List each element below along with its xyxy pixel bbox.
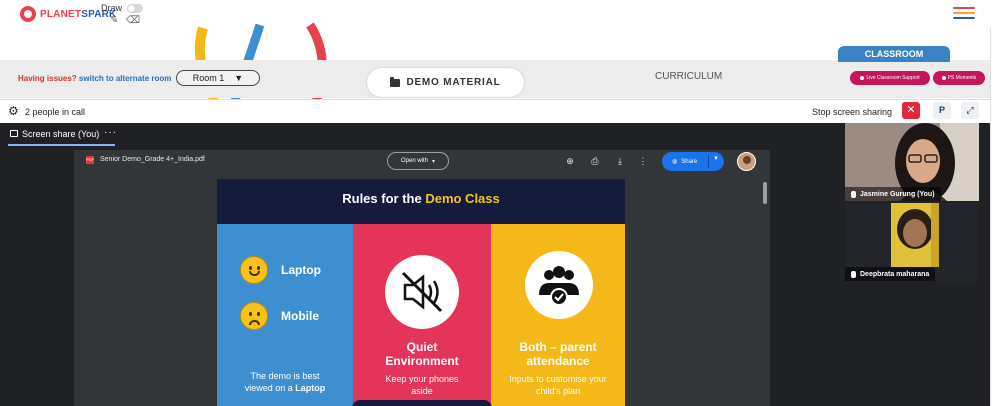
participant-name-bar: Jasmine Gurung (You): [845, 187, 941, 201]
demo-material-button[interactable]: DEMO MATERIAL: [367, 68, 524, 97]
curriculum-tab[interactable]: CURRICULUM: [655, 71, 722, 82]
quiet-environment-heading: Quiet Environment: [385, 340, 459, 368]
draw-toggle[interactable]: [127, 4, 143, 13]
participant-name: Deepbrata maharana: [860, 270, 930, 278]
parent-attendance-heading: Both – parent attendance: [519, 340, 597, 368]
mute-speaker-icon: [385, 255, 459, 329]
pdf-filename: Senior Demo_Grade 4+_India.pdf: [100, 156, 205, 163]
pdf-scrollbar[interactable]: [763, 182, 767, 204]
hamburger-menu-icon[interactable]: [953, 7, 975, 19]
share-button[interactable]: ◍ Share ▼: [662, 152, 724, 171]
close-icon[interactable]: ✕: [902, 102, 920, 119]
tab-active-indicator: [8, 144, 115, 146]
mic-icon: [851, 270, 856, 278]
share-divider: [708, 155, 709, 168]
ps-moments-label: PS Moments: [947, 75, 977, 81]
stop-sharing-label: Stop screen sharing: [812, 107, 893, 117]
issues-text: Having issues? switch to alternate room: [18, 74, 172, 83]
chevron-down-icon: ▾: [432, 158, 436, 165]
people-check-icon: [525, 251, 593, 319]
moments-icon: [941, 76, 946, 80]
slide-bottom-pill: [352, 400, 492, 406]
expand-icon[interactable]: ⤢: [961, 102, 979, 119]
pdf-file-icon: PDF: [86, 156, 94, 164]
live-support-label: Live Classroom Support: [866, 75, 920, 81]
mobile-label: Mobile: [281, 309, 319, 323]
avatar[interactable]: [737, 152, 756, 171]
open-with-label: Open with: [400, 158, 428, 164]
pencil-icon[interactable]: ✎: [110, 16, 120, 26]
more-options-icon[interactable]: ···: [104, 127, 117, 138]
page-scroll-gutter: [990, 28, 1000, 406]
live-support-button[interactable]: Live Classroom Support: [850, 71, 930, 85]
triangle-down-icon: ▼: [234, 73, 244, 83]
quiet-note: Keep your phones aside: [385, 374, 459, 396]
download-icon[interactable]: ⤓: [615, 156, 625, 166]
laptop-label: Laptop: [281, 263, 321, 277]
add-drive-icon[interactable]: ⊕: [565, 156, 575, 166]
top-bar: PLANETSPARK Draw ✎ ⌫: [0, 0, 1000, 28]
mic-icon: [851, 190, 856, 198]
support-icon: [860, 76, 865, 80]
folder-icon: [390, 76, 401, 87]
p-button[interactable]: P: [933, 102, 951, 119]
participant-name-bar: Deepbrata maharana: [845, 267, 936, 281]
slide-title: Rules for the Demo Class: [342, 191, 500, 206]
share-label: Share: [681, 158, 698, 165]
open-with-button[interactable]: Open with ▾: [387, 152, 449, 170]
demo-material-label: DEMO MATERIAL: [406, 77, 501, 88]
print-icon[interactable]: ⎙: [590, 156, 600, 166]
planetspark-logo-icon: [20, 6, 36, 22]
participant-name: Jasmine Gurung (You): [860, 190, 935, 198]
smile-icon: [240, 256, 268, 284]
people-count: 2 people in call: [25, 107, 86, 117]
frown-icon: [240, 302, 268, 330]
attendance-note: Inputs to customise your child's plan: [509, 374, 607, 396]
more-vert-icon[interactable]: ⋮: [638, 156, 648, 166]
alternate-room-link[interactable]: switch to alternate room: [79, 74, 171, 83]
room-select[interactable]: Room 1 ▼: [176, 70, 260, 86]
room-select-value: Room 1: [192, 73, 225, 83]
draw-label: Draw: [101, 3, 123, 13]
screen-share-tabbar: [0, 123, 845, 145]
screen-share-tab[interactable]: Screen share (You): [22, 129, 99, 139]
ps-moments-button[interactable]: PS Moments: [933, 71, 985, 85]
share-dropdown-icon[interactable]: ▼: [713, 156, 719, 162]
globe-icon: ◍: [672, 159, 678, 165]
participant-tile-1[interactable]: Jasmine Gurung (You): [845, 123, 979, 201]
gear-icon[interactable]: ⚙: [8, 105, 20, 117]
eraser-icon[interactable]: ⌫: [126, 16, 140, 26]
call-bar: ⚙ 2 people in call Stop screen sharing: [0, 99, 1000, 123]
laptop-note: The demo is best viewed on a Laptop: [244, 371, 326, 393]
screen-share-icon: [10, 130, 18, 137]
classroom-tab[interactable]: CLASSROOM: [838, 46, 950, 62]
app-root: PLANETSPARK Draw ✎ ⌫ Having issues? swit…: [0, 0, 1000, 406]
participant-tile-2[interactable]: Deepbrata maharana: [845, 203, 979, 281]
